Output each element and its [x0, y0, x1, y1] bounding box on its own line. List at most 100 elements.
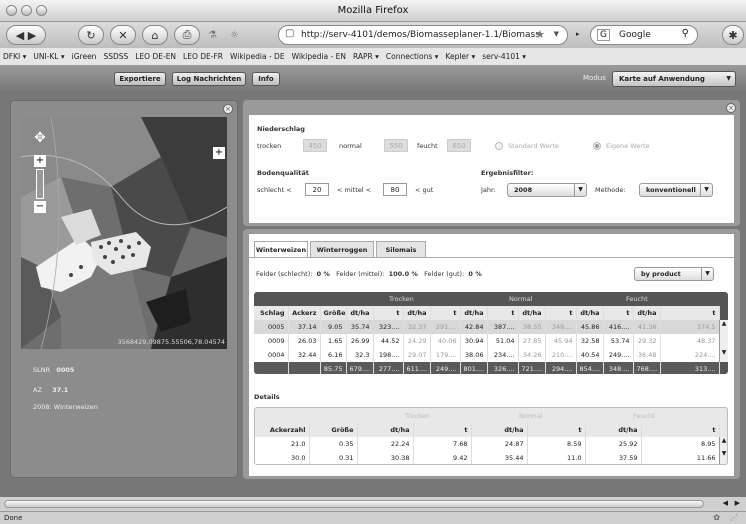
col-trocken-t[interactable]: t	[413, 423, 472, 437]
tab-winterweizen[interactable]: Winterweizen	[254, 241, 308, 258]
col-trocken-t-1[interactable]: t	[373, 306, 404, 320]
bookmark-rapr[interactable]: RAPR ▾	[353, 52, 379, 61]
bookmark-ssdss[interactable]: SSDSS	[103, 52, 128, 61]
scroll-down-icon[interactable]: ▼	[720, 450, 727, 457]
stop-button[interactable]: ✕	[110, 25, 136, 45]
map-panel-close-icon[interactable]: ×	[223, 104, 233, 114]
bookmarks-toolbar: DFKI ▾ UNI-KL ▾ iGreen SSDSS LEO DE-EN L…	[0, 48, 746, 66]
schlecht-threshold-input[interactable]: 20	[305, 183, 329, 196]
back-forward-button[interactable]: ◀ ▶	[6, 25, 46, 45]
col-normal-dtha[interactable]: dt/ha	[471, 423, 528, 437]
bookmark-leo-de-en[interactable]: LEO DE-EN	[135, 52, 176, 61]
own-values-radio[interactable]	[593, 142, 601, 150]
results-scrollbar[interactable]: ▲ ▼	[719, 320, 728, 362]
col-trocken-t-2[interactable]: t	[430, 306, 461, 320]
bookmark-star-icon[interactable]: ★	[535, 28, 545, 41]
col-ackerz[interactable]: Ackerz	[288, 306, 321, 320]
col-groesse[interactable]: Größe	[320, 306, 347, 320]
tab-silomais[interactable]: Silomais	[376, 241, 426, 257]
search-engine-icon[interactable]: ▸	[576, 30, 580, 38]
table-row[interactable]: 30.0 0.31 30.38 9.42 35.44 11.0 37.59 11.66	[255, 451, 720, 464]
cell: 387....	[487, 320, 519, 334]
jahr-select[interactable]: 2008 ▼	[507, 183, 587, 197]
normal-input[interactable]: 550	[384, 139, 408, 152]
tab-winterroggen[interactable]: Winterroggen	[310, 241, 374, 257]
cell: 8.95	[641, 437, 720, 451]
cell: 85.75	[320, 362, 347, 374]
search-field[interactable]: G Google ⚲	[590, 25, 698, 45]
col-trocken-dtha[interactable]: dt/ha	[357, 423, 414, 437]
feucht-input[interactable]: 650	[447, 139, 471, 152]
gut-threshold-input[interactable]: 80	[383, 183, 407, 196]
col-feucht-dtha-1[interactable]: dt/ha	[576, 306, 604, 320]
home-button[interactable]: ⌂	[142, 25, 168, 45]
col-normal-t[interactable]: t	[527, 423, 586, 437]
horizontal-scrollbar[interactable]: ◀ ▶	[0, 497, 746, 511]
az-value: 37.1	[52, 386, 69, 394]
log-messages-button[interactable]: Log Nachrichten	[172, 72, 246, 86]
col-groesse[interactable]: Größe	[309, 423, 358, 437]
cell: 210....	[545, 348, 577, 362]
scroll-right-icon[interactable]: ▶	[735, 499, 740, 507]
table-row[interactable]: 21.0 0.35 22.24 7.68 24.87 8.59 25.92 8.95	[255, 437, 720, 451]
export-button[interactable]: Exportiere	[114, 72, 166, 86]
bookmark-uni-kl[interactable]: UNI-KL ▾	[33, 52, 64, 61]
cell: 179....	[430, 348, 461, 362]
bookmark-leo-de-fr[interactable]: LEO DE-FR	[183, 52, 223, 61]
scroll-up-icon[interactable]: ▲	[720, 320, 728, 327]
bookmark-dfki[interactable]: DFKI ▾	[3, 52, 26, 61]
col-feucht-t-2[interactable]: t	[660, 306, 720, 320]
details-scrollbar[interactable]: ▲ ▼	[719, 437, 727, 464]
print-button[interactable]: ⎙	[174, 25, 200, 45]
zoom-out-icon[interactable]: −	[34, 201, 46, 213]
addon-button[interactable]: ✱	[722, 25, 744, 45]
col-normal-dtha-2[interactable]: dt/ha	[518, 306, 546, 320]
table-row[interactable]: 0009 26.03 1.65 26.99 44.52 24.29 40.06 30.94 51…	[254, 334, 720, 348]
view-select[interactable]: by product ▼	[634, 267, 714, 281]
scroll-left-icon[interactable]: ◀	[723, 499, 728, 507]
history-dropdown-icon[interactable]: ▼	[554, 30, 559, 38]
col-trocken-dtha-1[interactable]: dt/ha	[346, 306, 374, 320]
pan-control-icon[interactable]: ✥	[29, 127, 51, 149]
cell: 34.26	[518, 348, 546, 362]
parameter-panel-close-icon[interactable]: ×	[726, 103, 736, 113]
table-row[interactable]: 0004 32.44 6.16 32.3 198.... 29.07 179.... 38.0…	[254, 348, 720, 362]
col-feucht-t-1[interactable]: t	[603, 306, 634, 320]
cell: 0009	[254, 334, 289, 348]
reload-button[interactable]: ↻	[78, 25, 104, 45]
zoom-in-icon[interactable]: +	[34, 155, 46, 167]
addon-status-icon[interactable]: ✿	[713, 513, 720, 522]
col-feucht-t[interactable]: t	[641, 423, 720, 437]
col-feucht-dtha[interactable]: dt/ha	[585, 423, 642, 437]
layer-switcher-icon[interactable]: +	[213, 147, 225, 159]
resize-grip-icon[interactable]: ⋰	[730, 513, 738, 522]
trocken-input[interactable]: 450	[303, 139, 327, 152]
bookmark-serv-4101[interactable]: serv-4101 ▾	[482, 52, 526, 61]
col-normal-t-1[interactable]: t	[487, 306, 519, 320]
zoom-slider[interactable]	[36, 169, 44, 199]
scroll-down-icon[interactable]: ▼	[720, 349, 728, 356]
scroll-thumb[interactable]	[4, 500, 704, 508]
bookmark-kepler[interactable]: Kepler ▾	[445, 52, 475, 61]
bookmark-connections[interactable]: Connections ▾	[386, 52, 439, 61]
scroll-up-icon[interactable]: ▲	[720, 437, 727, 444]
col-trocken-dtha-2[interactable]: dt/ha	[403, 306, 431, 320]
col-normal-dtha-1[interactable]: dt/ha	[460, 306, 488, 320]
table-group-header: Trocken Normal Feucht	[254, 292, 728, 306]
bookmark-igreen[interactable]: iGreen	[72, 52, 97, 61]
home-icon: ⌂	[151, 28, 159, 42]
standard-values-radio[interactable]	[495, 142, 503, 150]
bookmark-wikipedia-de[interactable]: Wikipedia - DE	[230, 52, 285, 61]
col-feucht-dtha-2[interactable]: dt/ha	[633, 306, 661, 320]
table-row[interactable]: 0005 37.14 9.05 35.74 323.... 32.37 291.... 42.…	[254, 320, 720, 334]
col-ackerzahl[interactable]: Ackerzahl	[255, 423, 310, 437]
modus-select[interactable]: Karte auf Anwendung ▼	[612, 71, 736, 87]
satellite-map[interactable]: ✥ + − + 3568429,09875.55506,78.04574	[21, 117, 227, 349]
bookmark-wikipedia-en[interactable]: Wikipedia - EN	[292, 52, 346, 61]
methode-select[interactable]: konventionell ▼	[639, 183, 713, 197]
info-button[interactable]: Info	[252, 72, 280, 86]
search-icon[interactable]: ⚲	[682, 28, 689, 39]
col-schlag[interactable]: Schlag	[254, 306, 289, 320]
col-normal-t-2[interactable]: t	[545, 306, 577, 320]
url-bar[interactable]: ▢ http://serv-4101/demos/Biomasseplaner-…	[278, 25, 568, 45]
